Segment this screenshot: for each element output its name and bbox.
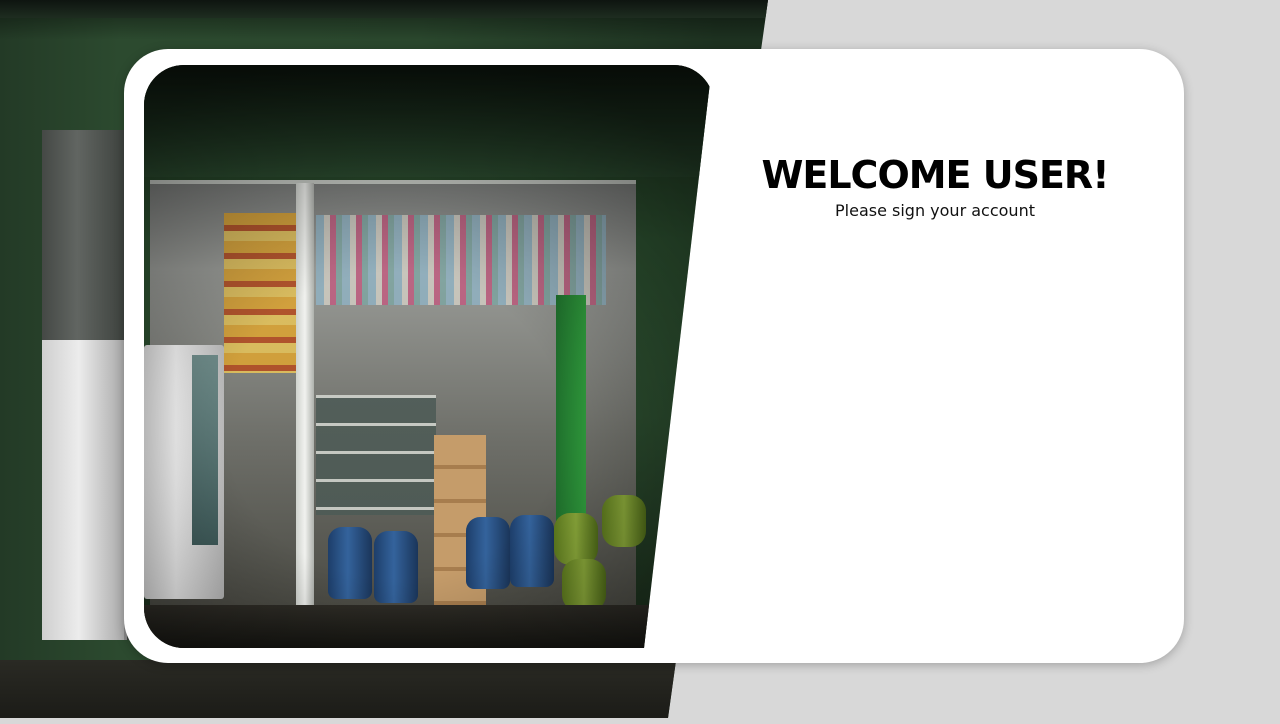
shop-interior-photo xyxy=(144,65,712,648)
background-floor xyxy=(0,660,720,718)
welcome-title: WELCOME USER! xyxy=(761,153,1109,197)
background-eave xyxy=(0,0,768,18)
welcome-header: WELCOME USER! Please sign your account xyxy=(760,150,1110,222)
background-fridge xyxy=(42,340,127,640)
welcome-subtitle: Please sign your account xyxy=(835,201,1035,220)
login-page: WELCOME USER! Please sign your account xyxy=(0,0,1280,724)
photo-vignette xyxy=(144,65,712,648)
